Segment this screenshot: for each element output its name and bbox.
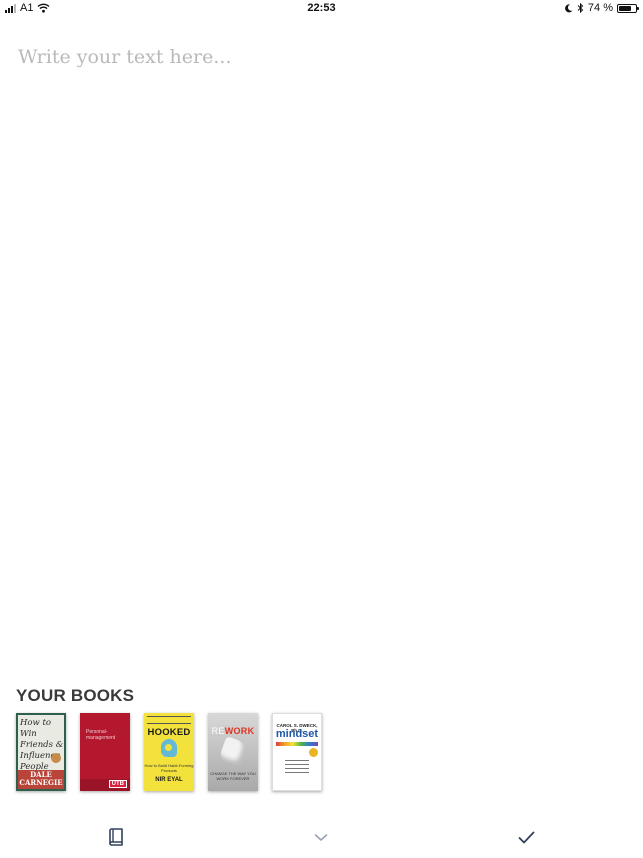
battery-icon bbox=[617, 3, 639, 13]
book-title: mindset bbox=[275, 728, 319, 740]
book-list: How to Win Friends & Influence People DA… bbox=[16, 713, 322, 791]
head-illustration bbox=[161, 739, 177, 757]
book-title: How to Win Friends & Influence People bbox=[20, 718, 64, 773]
your-books-heading: YOUR BOOKS bbox=[16, 686, 135, 705]
book-seal bbox=[51, 753, 61, 763]
book-title-line: How to Win bbox=[20, 718, 52, 739]
done-button[interactable] bbox=[511, 824, 541, 850]
book-cover-personalmanagement[interactable]: Personal- management UTB bbox=[80, 713, 130, 791]
book-title-prefix: RE bbox=[211, 726, 225, 736]
book-author: DALE CARNEGIE bbox=[18, 770, 64, 789]
book-title-line: management bbox=[86, 735, 116, 741]
library-button[interactable] bbox=[101, 824, 131, 850]
book-cover-how-to-win-friends[interactable]: How to Win Friends & Influence People DA… bbox=[16, 713, 66, 791]
battery-level bbox=[619, 5, 631, 11]
book-title: REWORK bbox=[208, 726, 258, 736]
crumpled-paper-illustration bbox=[218, 735, 248, 767]
text-lines bbox=[285, 760, 309, 776]
book-cover-rework[interactable]: REWORK CHANGE THE WAY YOU WORK FOREVER bbox=[208, 713, 258, 791]
publisher-logo: UTB bbox=[108, 780, 127, 788]
book-title-line: Friends & bbox=[20, 740, 64, 750]
battery-percent: 74 % bbox=[587, 2, 613, 14]
collapse-button[interactable] bbox=[306, 824, 336, 850]
status-bar: A1 22:53 74 % bbox=[0, 0, 643, 18]
book-subtitle: CHANGE THE WAY YOU WORK FOREVER bbox=[210, 771, 256, 781]
book-title: HOOKED bbox=[147, 727, 191, 738]
book-title-suffix: WORK bbox=[224, 726, 255, 736]
status-time: 22:53 bbox=[307, 2, 336, 14]
book-subtitle: How to Build Habit-Forming Products bbox=[144, 763, 194, 773]
text-editor[interactable] bbox=[18, 46, 618, 646]
checkmark-icon bbox=[518, 831, 534, 843]
book-author: NIR EYAL bbox=[155, 777, 183, 783]
book-top-rule bbox=[147, 716, 191, 724]
book-cover-hooked[interactable]: HOOKED How to Build Habit-Forming Produc… bbox=[144, 713, 194, 791]
book-seal bbox=[309, 748, 318, 757]
status-bar-right: 74 % bbox=[565, 2, 639, 14]
color-bar bbox=[276, 742, 318, 746]
book-title: Personal- management bbox=[86, 729, 126, 741]
bluetooth-icon bbox=[577, 3, 584, 13]
book-icon bbox=[109, 828, 123, 846]
chevron-down-icon bbox=[314, 833, 328, 841]
moon-icon bbox=[565, 3, 573, 12]
book-cover-mindset[interactable]: CAROL S. DWECK, Ph.D. mindset bbox=[272, 713, 322, 791]
